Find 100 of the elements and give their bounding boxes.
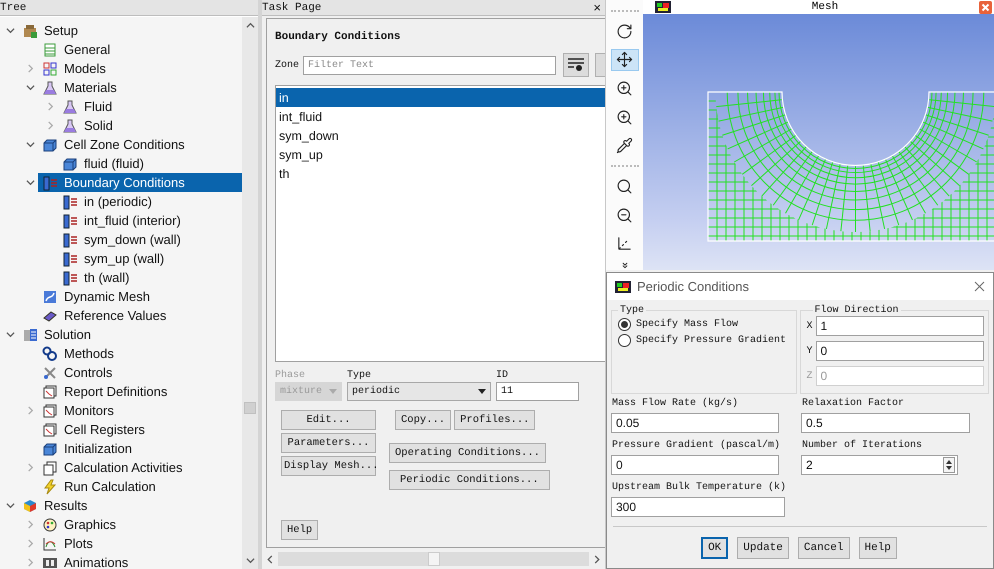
list-item[interactable]: int_fluid bbox=[276, 107, 605, 126]
pan-icon bbox=[616, 51, 633, 68]
gears-icon bbox=[42, 346, 58, 362]
tree-item[interactable]: Methods bbox=[38, 344, 242, 363]
tree-item[interactable]: Plots bbox=[38, 534, 242, 553]
action-button[interactable]: Display Mesh... bbox=[281, 456, 376, 476]
rotate-icon bbox=[616, 22, 633, 40]
close-button[interactable]: × bbox=[593, 0, 601, 15]
scroll-thumb[interactable] bbox=[244, 402, 256, 414]
spinner-field[interactable]: 2 bbox=[801, 455, 958, 475]
tree-item[interactable]: Materials bbox=[38, 78, 242, 97]
tree-item[interactable]: sym_up (wall) bbox=[58, 249, 242, 268]
tree-item[interactable]: Reference Values bbox=[38, 306, 242, 325]
calculator-icon bbox=[22, 326, 38, 342]
tree-item[interactable]: General bbox=[38, 40, 242, 59]
tree-item[interactable]: Solid bbox=[58, 116, 242, 135]
bar-arrows-icon bbox=[62, 194, 78, 210]
more-icon[interactable] bbox=[620, 261, 630, 270]
list-item[interactable]: sym_down bbox=[276, 126, 605, 145]
scroll-up-icon[interactable] bbox=[246, 21, 254, 30]
tree-item[interactable]: Results bbox=[18, 496, 242, 515]
field-label: Relaxation Factor bbox=[802, 398, 906, 410]
spinner-arrows-icon[interactable] bbox=[943, 457, 955, 473]
tree-item[interactable]: Fluid bbox=[58, 97, 242, 116]
radio-button[interactable] bbox=[618, 334, 631, 346]
tree-item[interactable]: Report Definitions bbox=[38, 382, 242, 401]
id-field[interactable]: 11 bbox=[496, 382, 579, 401]
tree-item[interactable]: Animations bbox=[38, 553, 242, 569]
list-item[interactable]: th bbox=[276, 164, 605, 183]
caret-icon bbox=[478, 389, 486, 394]
toolbox-icon bbox=[22, 22, 38, 38]
tree-item[interactable]: Controls bbox=[38, 363, 242, 382]
expander-icon[interactable] bbox=[6, 501, 14, 510]
tree-item[interactable]: in (periodic) bbox=[58, 192, 242, 211]
grid-icon bbox=[42, 60, 58, 76]
action-button[interactable]: Edit... bbox=[281, 410, 376, 430]
chart-icon bbox=[42, 422, 58, 438]
scroll-left-icon[interactable] bbox=[266, 554, 274, 564]
expander-icon[interactable] bbox=[26, 178, 34, 187]
chart-icon bbox=[42, 384, 58, 400]
block-icon bbox=[42, 440, 58, 456]
scroll-right-icon[interactable] bbox=[593, 554, 601, 564]
expander-icon[interactable] bbox=[26, 83, 34, 92]
input-field[interactable]: 300 bbox=[611, 497, 785, 517]
scroll-thumb[interactable] bbox=[428, 552, 440, 566]
tree-item[interactable]: int_fluid (interior) bbox=[58, 211, 242, 230]
tree-item[interactable]: Models bbox=[38, 59, 242, 78]
expander-icon[interactable] bbox=[26, 140, 34, 149]
tree-item[interactable]: Initialization bbox=[38, 439, 242, 458]
filter-options-button[interactable] bbox=[563, 53, 590, 77]
zoom-out-icon bbox=[616, 206, 633, 224]
bar-arrows-icon bbox=[62, 212, 78, 228]
expander-icon[interactable] bbox=[6, 330, 14, 339]
tree-item[interactable]: Cell Zone Conditions bbox=[38, 135, 242, 154]
scroll-down-icon[interactable] bbox=[246, 556, 254, 565]
dialog-button[interactable]: Update bbox=[737, 537, 789, 559]
radio-button[interactable] bbox=[618, 318, 631, 330]
input-field[interactable]: 0 bbox=[611, 455, 779, 475]
close-icon[interactable] bbox=[974, 281, 985, 292]
expander-icon[interactable] bbox=[6, 26, 14, 35]
tree-item[interactable]: Graphics bbox=[38, 515, 242, 534]
block-icon bbox=[62, 156, 78, 172]
tree-item[interactable]: Boundary Conditions bbox=[38, 173, 242, 192]
action-button[interactable]: Operating Conditions... bbox=[389, 443, 546, 463]
tree-item[interactable]: Cell Registers bbox=[38, 420, 242, 439]
axis-label: Y bbox=[806, 346, 813, 356]
axis-label: Z bbox=[806, 370, 813, 382]
action-button[interactable]: Periodic Conditions... bbox=[389, 470, 550, 490]
tree-item[interactable]: fluid (fluid) bbox=[58, 154, 242, 173]
tool-button[interactable] bbox=[610, 48, 638, 72]
action-button[interactable]: Copy... bbox=[395, 410, 452, 430]
tree-item[interactable]: Run Calculation bbox=[38, 477, 242, 496]
dialog-button[interactable]: OK bbox=[701, 537, 728, 559]
tree-item[interactable]: Calculation Activities bbox=[38, 458, 242, 477]
input-field[interactable]: 0.05 bbox=[611, 413, 779, 433]
tree-item[interactable]: th (wall) bbox=[58, 268, 242, 287]
close-icon[interactable] bbox=[979, 0, 992, 14]
action-button[interactable]: Profiles... bbox=[454, 410, 536, 430]
type-dropdown[interactable]: periodic bbox=[347, 382, 491, 401]
direction-field[interactable]: 0 bbox=[816, 341, 984, 361]
dialog-button[interactable]: Help bbox=[858, 537, 897, 559]
list-item[interactable]: sym_up bbox=[276, 145, 605, 164]
tree-item[interactable]: Setup bbox=[18, 21, 242, 40]
input-field[interactable]: 0.5 bbox=[801, 413, 970, 433]
field-label: Upstream Bulk Temperature (k) bbox=[612, 482, 788, 494]
tree-item[interactable]: Monitors bbox=[38, 401, 242, 420]
eyedropper-icon bbox=[616, 137, 633, 154]
scrollbar[interactable] bbox=[242, 17, 258, 569]
tree-item[interactable]: sym_down (wall) bbox=[58, 230, 242, 249]
tree-item[interactable]: Solution bbox=[18, 325, 242, 344]
tree-item[interactable]: Dynamic Mesh bbox=[38, 287, 242, 306]
filter-field[interactable]: Filter Text bbox=[303, 56, 556, 74]
dialog-button[interactable]: Cancel bbox=[798, 537, 850, 559]
direction-field[interactable]: 1 bbox=[816, 316, 984, 336]
tools-icon bbox=[42, 364, 58, 380]
field-label: Type bbox=[347, 370, 372, 381]
action-button[interactable]: Parameters... bbox=[281, 433, 376, 453]
list-item[interactable]: in bbox=[276, 88, 605, 107]
bar-arrows-icon bbox=[62, 250, 78, 266]
help-button[interactable]: Help bbox=[281, 520, 318, 540]
